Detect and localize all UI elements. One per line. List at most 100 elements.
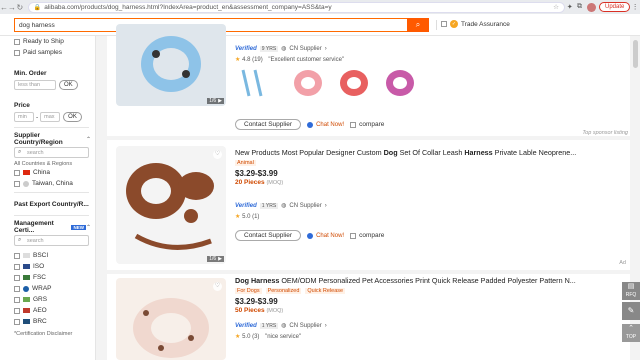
title-keyword: Harness xyxy=(464,148,493,157)
filter-sidebar: Ready to Ship Paid samples Min. Order le… xyxy=(0,36,96,360)
cert-item[interactable]: ISO xyxy=(14,261,95,272)
star-icon: ★ xyxy=(235,334,241,340)
cert-item[interactable]: BSCI xyxy=(14,250,95,261)
supplier-row[interactable]: Verified 9 YRS ◍ CN Supplier › xyxy=(235,45,344,52)
reload-icon[interactable]: ↻ xyxy=(16,3,24,12)
review-count[interactable]: (1) xyxy=(252,214,259,220)
price-dash: - xyxy=(36,113,39,121)
variant-thumb[interactable] xyxy=(289,64,327,102)
feedback-button[interactable]: ✎ xyxy=(622,302,640,320)
checkbox[interactable] xyxy=(14,180,20,187)
rfq-button[interactable]: ▤ RFQ xyxy=(622,282,640,300)
checkbox[interactable] xyxy=(14,285,20,292)
cert-label: ISO xyxy=(33,263,45,270)
profile-avatar[interactable] xyxy=(587,2,596,12)
variant-thumb[interactable] xyxy=(335,64,373,102)
product-title-link[interactable]: Dog Harness OEM/ODM Personalized Pet Acc… xyxy=(235,276,576,285)
new-badge-icon: NEW xyxy=(71,224,86,230)
chat-now-button[interactable]: Chat Now! xyxy=(307,121,344,128)
filter-ready-to-ship[interactable]: Ready to Ship xyxy=(14,36,95,47)
region-item-china[interactable]: China xyxy=(14,167,95,178)
product-tag: Personalized xyxy=(265,288,302,294)
moq: 20 Pieces (MOQ) xyxy=(235,179,576,186)
past-export-title[interactable]: Past Export Country/R... xyxy=(14,199,95,209)
checkbox[interactable] xyxy=(14,274,20,281)
price-max-input[interactable]: max xyxy=(40,112,61,122)
title-keyword: Dog xyxy=(383,148,398,157)
checkbox[interactable] xyxy=(14,307,20,314)
update-button[interactable]: Update xyxy=(598,2,631,12)
contact-supplier-button[interactable]: Contact Supplier xyxy=(235,119,302,130)
globe-icon: ◍ xyxy=(281,323,287,329)
search-icon: ⌕ xyxy=(415,20,421,29)
checkbox[interactable] xyxy=(14,38,20,45)
variant-thumb[interactable] xyxy=(235,64,273,102)
scrollbar-thumb[interactable] xyxy=(633,40,638,68)
product-info: Verified 9 YRS ◍ CN Supplier › ★ 4.8 (19… xyxy=(235,45,344,63)
filter-paid-samples[interactable]: Paid samples xyxy=(14,47,95,58)
image-pager[interactable]: 1/6 ▶ xyxy=(207,256,224,262)
chevron-up-icon[interactable]: ⌃ xyxy=(86,224,91,231)
supplier-row[interactable]: Verified 1 YRS ◍ CN Supplier › xyxy=(235,322,576,329)
cert-item[interactable]: BRC xyxy=(14,316,95,327)
region-item-taiwan[interactable]: Taiwan, China xyxy=(14,178,95,189)
product-title-link[interactable]: New Products Most Popular Designer Custo… xyxy=(235,148,576,157)
forward-icon[interactable]: → xyxy=(8,3,16,12)
favorite-heart-icon[interactable]: ♡ xyxy=(213,282,222,291)
image-pager[interactable]: 1/6 ▶ xyxy=(207,98,224,104)
review-count[interactable]: (3) xyxy=(252,334,259,340)
cert-label: AEO xyxy=(33,307,47,314)
checkbox[interactable] xyxy=(14,296,20,303)
back-icon[interactable]: ← xyxy=(0,3,8,12)
trade-assurance-checkbox[interactable] xyxy=(441,21,447,27)
divider xyxy=(14,127,89,128)
years-badge: 1 YRS xyxy=(259,322,279,329)
favorite-heart-icon[interactable]: ♡ xyxy=(213,150,222,159)
product-image[interactable]: ♡ 1/6 ▶ xyxy=(116,146,226,264)
pager-count: 1/6 xyxy=(209,256,217,262)
cert-search-input[interactable]: ⌕ search xyxy=(14,235,89,246)
chevron-up-icon[interactable]: ⌃ xyxy=(86,136,91,143)
menu-dots-icon[interactable]: ⋮ xyxy=(630,3,640,11)
min-order-input[interactable]: less than xyxy=(14,80,56,90)
checkbox[interactable] xyxy=(14,318,20,325)
contact-supplier-button[interactable]: Contact Supplier xyxy=(235,230,302,241)
checkbox[interactable] xyxy=(14,49,20,56)
puzzle-icon[interactable]: ⧉ xyxy=(575,3,585,11)
management-cert-title[interactable]: Management Certi... NEW ⌃ xyxy=(14,220,95,234)
review-count[interactable]: (19) xyxy=(252,57,263,63)
back-to-top-button[interactable]: ⌃ TOP xyxy=(622,324,640,342)
cert-item[interactable]: GRS xyxy=(14,294,95,305)
checkbox[interactable] xyxy=(14,263,20,270)
supplier-row[interactable]: Verified 1 YRS ◍ CN Supplier › xyxy=(235,202,327,209)
compare-checkbox[interactable] xyxy=(350,121,357,128)
cert-item[interactable]: AEO xyxy=(14,305,95,316)
moq-label: (MOQ) xyxy=(266,180,284,186)
checkbox[interactable] xyxy=(14,252,20,259)
checkbox[interactable] xyxy=(14,169,20,176)
address-bar[interactable]: 🔒 alibaba.com/products/dog_harness.html?… xyxy=(27,1,565,13)
supplier-region-title[interactable]: Supplier Country/Region ⌃ xyxy=(14,132,95,146)
aeo-logo-icon xyxy=(23,308,30,313)
cert-item[interactable]: WRAP xyxy=(14,283,95,294)
cert-list: BSCI ISO FSC WRAP GRS AEO BRC xyxy=(14,250,95,327)
compare-toggle[interactable]: compare xyxy=(350,121,384,128)
search-button[interactable]: ⌕ xyxy=(407,18,429,32)
bookmark-star-icon[interactable]: ☆ xyxy=(553,3,559,11)
compare-checkbox[interactable] xyxy=(350,232,357,239)
chat-now-button[interactable]: Chat Now! xyxy=(307,232,344,239)
product-image[interactable]: 1/6 ▶ xyxy=(116,24,226,106)
extension-icon[interactable]: ✦ xyxy=(565,3,575,11)
filter-label: Ready to Ship xyxy=(23,38,64,45)
region-search-input[interactable]: ⌕ search xyxy=(14,147,89,158)
title-part: OEM/ODM Personalized Pet Accessories Pri… xyxy=(279,276,576,285)
price-ok-button[interactable]: OK xyxy=(63,112,82,122)
trade-assurance-filter[interactable]: ✓ Trade Assurance xyxy=(441,20,510,28)
variant-thumb[interactable] xyxy=(381,64,419,102)
compare-toggle[interactable]: compare xyxy=(350,232,384,239)
product-image[interactable]: ♡ xyxy=(116,278,226,360)
price-min-input[interactable]: min xyxy=(14,112,34,122)
cert-item[interactable]: FSC xyxy=(14,272,95,283)
min-order-ok-button[interactable]: OK xyxy=(59,80,78,90)
cert-disclaimer-link[interactable]: *Certification Disclaimer xyxy=(14,331,95,337)
